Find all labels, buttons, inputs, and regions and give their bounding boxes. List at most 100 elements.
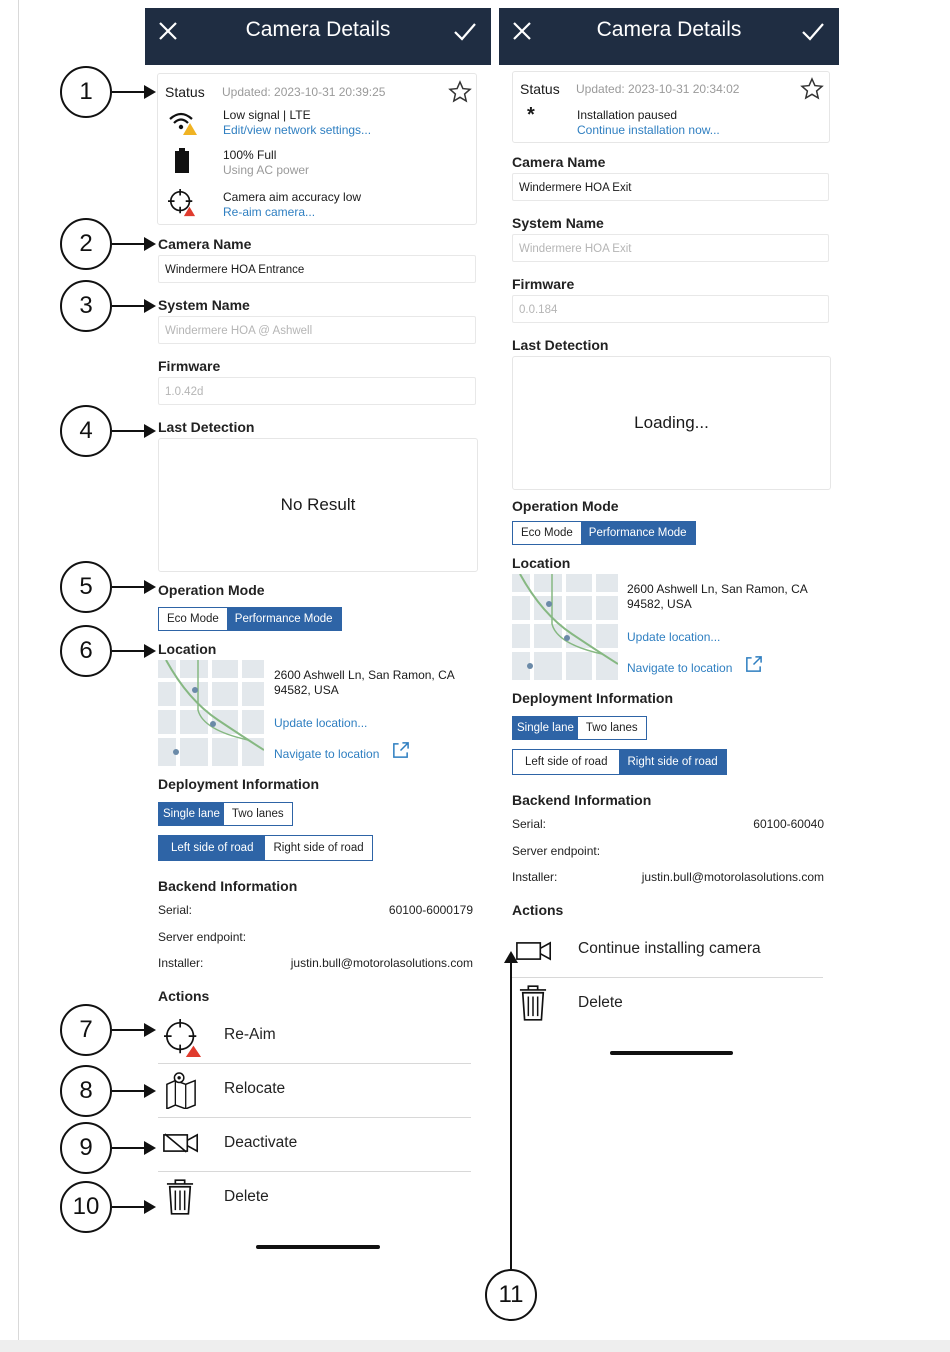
- callout-arrow-line: [112, 650, 146, 652]
- eco-mode-option[interactable]: Eco Mode: [159, 608, 227, 630]
- callout-arrow-head: [144, 237, 156, 251]
- performance-mode-option[interactable]: Performance Mode: [580, 522, 695, 544]
- operation-mode-toggle: Eco Mode Performance Mode: [512, 521, 696, 545]
- single-lane-option[interactable]: Single lane: [159, 803, 224, 825]
- continue-installation-link[interactable]: Continue installation now...: [577, 123, 720, 137]
- camera-details-screen-right: Camera Details Status Updated: 2023-10-3…: [499, 8, 839, 1338]
- continue-installing-label: Continue installing camera: [578, 940, 761, 957]
- serial-value: 60100-60040: [753, 817, 824, 831]
- road-side-toggle: Left side of road Right side of road: [512, 749, 727, 775]
- aim-status-text: Camera aim accuracy low: [223, 190, 362, 204]
- eco-mode-option[interactable]: Eco Mode: [513, 522, 581, 544]
- deactivate-action[interactable]: Deactivate: [158, 1117, 471, 1172]
- relocate-action[interactable]: Relocate: [158, 1063, 471, 1118]
- left-side-of-road-option[interactable]: Left side of road: [159, 836, 266, 860]
- callout-arrow-head: [144, 580, 156, 594]
- delete-label: Delete: [578, 994, 623, 1011]
- server-endpoint-label: Server endpoint:: [158, 930, 247, 944]
- app-header: Camera Details: [499, 8, 839, 65]
- actions-label: Actions: [158, 988, 210, 1004]
- navigate-to-location-link[interactable]: Navigate to location: [627, 661, 732, 675]
- server-endpoint-label: Server endpoint:: [512, 844, 601, 858]
- status-label: Status: [165, 84, 205, 100]
- single-lane-option[interactable]: Single lane: [513, 717, 578, 739]
- two-lanes-option[interactable]: Two lanes: [577, 717, 646, 739]
- last-detection-result: No Result: [280, 495, 356, 514]
- right-side-of-road-option[interactable]: Right side of road: [265, 836, 372, 860]
- delete-action[interactable]: Delete: [158, 1171, 471, 1225]
- location-label: Location: [158, 641, 217, 657]
- callout-arrow-line: [112, 1206, 146, 1208]
- star-icon[interactable]: [800, 77, 824, 101]
- callout-arrow-head: [504, 951, 518, 963]
- location-address: 2600 Ashwell Ln, San Ramon, CA 94582, US…: [274, 668, 455, 697]
- camera-name-input[interactable]: Windermere HOA Entrance: [158, 255, 476, 283]
- last-detection-loading: Loading...: [634, 413, 709, 432]
- navigate-to-location-link[interactable]: Navigate to location: [274, 747, 379, 761]
- system-name-field: Windermere HOA @ Ashwell: [158, 316, 476, 344]
- callout-arrow-line: [510, 962, 512, 1270]
- edit-network-settings-link[interactable]: Edit/view network settings...: [223, 123, 371, 137]
- firmware-label: Firmware: [158, 358, 221, 374]
- installer-value: justin.bull@motorolasolutions.com: [641, 870, 824, 884]
- power-source-text: Using AC power: [223, 163, 310, 177]
- callout-arrow-line: [112, 91, 146, 93]
- signal-status-text: Low signal | LTE: [223, 108, 311, 122]
- page-footer-band: [0, 1340, 950, 1352]
- reaim-camera-link[interactable]: Re-aim camera...: [223, 205, 315, 219]
- location-map-thumbnail[interactable]: [158, 660, 264, 766]
- backend-info-label: Backend Information: [512, 792, 652, 808]
- callout-arrow-head: [144, 424, 156, 438]
- callout-11: 11: [485, 1269, 537, 1321]
- camera-name-label: Camera Name: [512, 154, 606, 170]
- callout-arrow-line: [112, 1029, 146, 1031]
- status-card: Status Updated: 2023-10-31 20:39:25 Low …: [157, 73, 477, 225]
- status-updated-time: Updated: 2023-10-31 20:34:02: [576, 82, 740, 96]
- delete-action[interactable]: Delete: [512, 977, 823, 1031]
- trash-icon: [519, 985, 547, 1021]
- firmware-label: Firmware: [512, 276, 575, 292]
- callout-8: 8: [60, 1065, 112, 1117]
- left-side-of-road-option[interactable]: Left side of road: [513, 750, 620, 774]
- serial-label: Serial:: [158, 903, 193, 917]
- camera-icon: [516, 941, 552, 961]
- performance-mode-option[interactable]: Performance Mode: [226, 608, 341, 630]
- deactivate-label: Deactivate: [224, 1134, 298, 1151]
- checkmark-icon[interactable]: [801, 20, 825, 42]
- serial-value: 60100-6000179: [388, 903, 473, 917]
- operation-mode-label: Operation Mode: [158, 582, 265, 598]
- two-lanes-option[interactable]: Two lanes: [223, 803, 292, 825]
- callout-arrow-head: [144, 1084, 156, 1098]
- callout-arrow-head: [144, 1023, 156, 1037]
- location-label: Location: [512, 555, 571, 571]
- right-side-of-road-option[interactable]: Right side of road: [619, 750, 726, 774]
- installer-label: Installer:: [512, 870, 558, 884]
- road-side-toggle: Left side of road Right side of road: [158, 835, 373, 861]
- page-border: [18, 0, 19, 1340]
- reaim-action[interactable]: Re-Aim: [158, 1009, 471, 1064]
- callout-5: 5: [60, 561, 112, 613]
- installation-status-text: Installation paused: [577, 108, 678, 122]
- update-location-link[interactable]: Update location...: [274, 716, 367, 730]
- callout-7: 7: [60, 1004, 112, 1056]
- operation-mode-label: Operation Mode: [512, 498, 619, 514]
- wifi-warning-icon: [169, 112, 197, 135]
- callout-3: 3: [60, 280, 112, 332]
- camera-off-icon: [163, 1133, 199, 1153]
- checkmark-icon[interactable]: [453, 20, 477, 42]
- battery-status-text: 100% Full: [223, 148, 277, 162]
- star-icon[interactable]: [448, 80, 472, 104]
- delete-label: Delete: [224, 1188, 269, 1205]
- callout-arrow-head: [144, 85, 156, 99]
- serial-label: Serial:: [512, 817, 547, 831]
- firmware-field: 0.0.184: [512, 295, 829, 323]
- camera-name-input[interactable]: Windermere HOA Exit: [512, 173, 829, 201]
- last-detection-label: Last Detection: [158, 419, 255, 435]
- update-location-link[interactable]: Update location...: [627, 630, 720, 644]
- location-map-thumbnail[interactable]: [512, 574, 618, 680]
- external-link-icon[interactable]: [744, 655, 763, 674]
- continue-installing-action[interactable]: Continue installing camera: [512, 923, 823, 978]
- map-image: [512, 574, 618, 680]
- external-link-icon[interactable]: [391, 741, 410, 760]
- system-name-field: Windermere HOA Exit: [512, 234, 829, 262]
